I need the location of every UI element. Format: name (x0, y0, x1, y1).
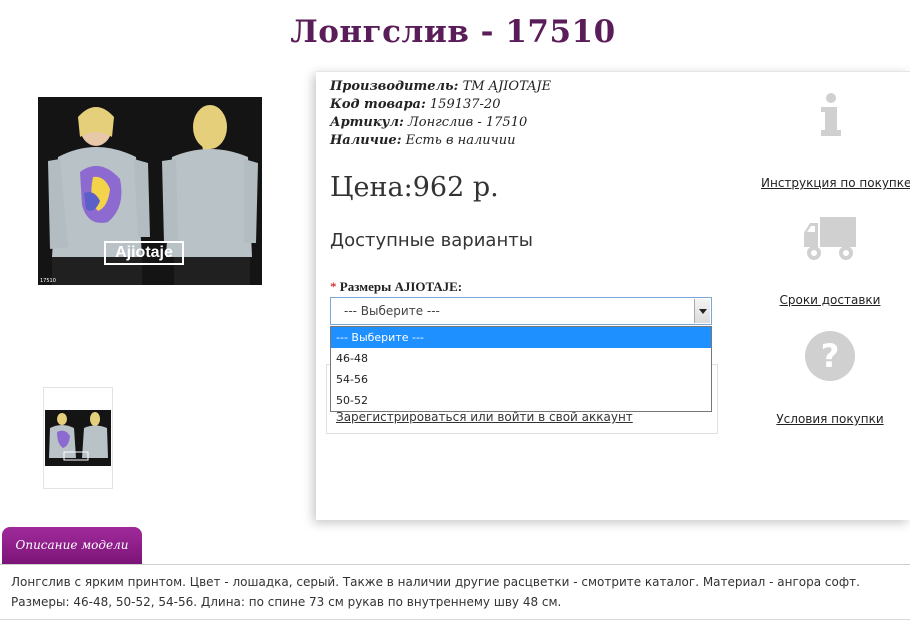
size-dropdown-list: --- Выберите --- 46-48 54-56 50-52 (330, 326, 712, 412)
size-select[interactable]: --- Выберите --- (330, 297, 712, 325)
code-row: Код товара: 159137-20 (330, 96, 551, 114)
size-option[interactable]: 50-52 (331, 390, 711, 411)
article-row: Артикул: Лонгслив - 17510 (330, 114, 551, 132)
brand-watermark: Ajiotaje (104, 241, 184, 265)
manufacturer-label: Производитель: (330, 79, 459, 94)
svg-text:17510: 17510 (40, 278, 56, 284)
thumbnail-image (45, 410, 111, 466)
page-title: Лонгслив - 17510 (290, 14, 616, 50)
dropdown-arrow-icon[interactable] (694, 299, 710, 323)
availability-row: Наличие: Есть в наличии (330, 132, 551, 150)
code-value: 159137-20 (429, 97, 501, 112)
conditions-link[interactable]: Условия покупки (761, 412, 899, 426)
size-option[interactable]: 54-56 (331, 369, 711, 390)
product-meta: Производитель: ТМ AJIOTAJE Код товара: 1… (330, 78, 551, 150)
size-label-text: Размеры AJIOTAJE: (339, 279, 463, 294)
article-label: Артикул: (330, 115, 404, 130)
code-label: Код товара: (330, 97, 426, 112)
size-label: * Размеры AJIOTAJE: (330, 279, 462, 295)
required-mark: * (330, 279, 337, 294)
question-icon: ? (805, 331, 855, 381)
register-login-link[interactable]: Зарегистрироваться или войти в свой акка… (336, 410, 633, 424)
size-option[interactable]: 46-48 (331, 348, 711, 369)
size-select-value: --- Выберите --- (344, 304, 440, 318)
info-icon (821, 93, 841, 136)
delivery-block: Сроки доставки (761, 215, 899, 307)
availability-value: Есть в наличии (405, 133, 516, 148)
manufacturer-value: ТМ AJIOTAJE (462, 79, 552, 94)
svg-text:?: ? (821, 337, 840, 375)
product-main-image[interactable]: 17510 Ajiotaje (38, 97, 262, 285)
description-bottom-divider (0, 619, 910, 620)
description-divider (0, 564, 910, 565)
manufacturer-row: Производитель: ТМ AJIOTAJE (330, 78, 551, 96)
conditions-block: ? Условия покупки (761, 330, 899, 426)
product-thumbnail[interactable] (43, 387, 113, 489)
delivery-link[interactable]: Сроки доставки (761, 293, 899, 307)
availability-label: Наличие: (330, 133, 402, 148)
product-price: Цена:962 р. (330, 172, 499, 203)
model-description-text: Лонгслив с ярким принтом. Цвет - лошадка… (11, 575, 860, 609)
article-value: Лонгслив - 17510 (407, 115, 528, 130)
instruction-block: Инструкция по покупке (761, 92, 910, 190)
variants-heading: Доступные варианты (330, 230, 533, 251)
product-info-panel: Производитель: ТМ AJIOTAJE Код товара: 1… (316, 71, 910, 520)
size-option[interactable]: --- Выберите --- (331, 327, 711, 348)
tab-model-description[interactable]: Описание модели (2, 527, 142, 564)
truck-icon (804, 217, 856, 260)
instruction-link[interactable]: Инструкция по покупке (761, 176, 910, 190)
